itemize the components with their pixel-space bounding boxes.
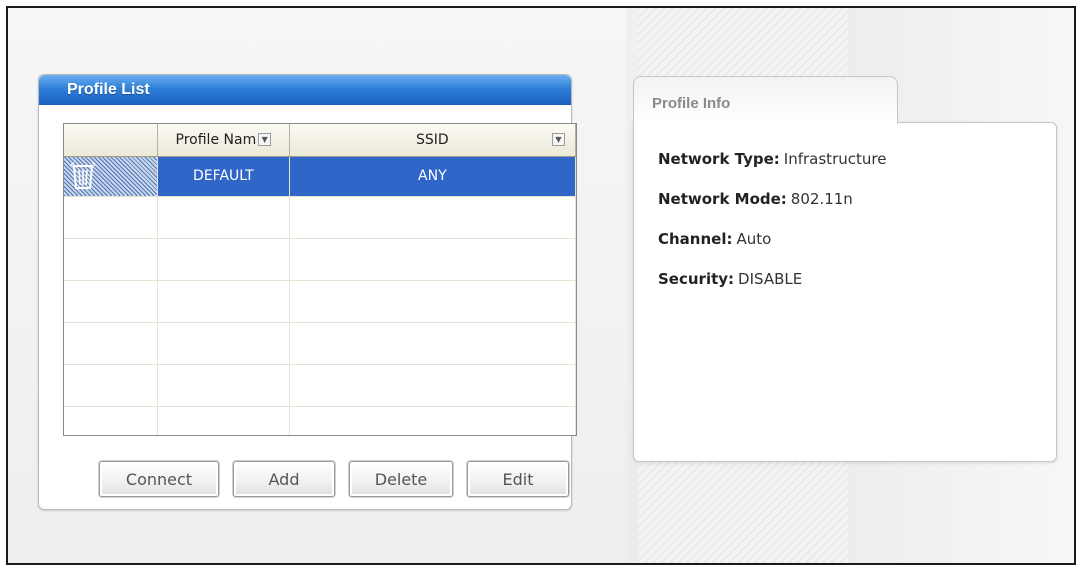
channel-value: Auto (736, 230, 772, 248)
table-row[interactable] (64, 406, 576, 435)
column-header-profile-name[interactable]: Profile Nam ▼ (157, 124, 290, 157)
security-line: Security: DISABLE (658, 269, 886, 309)
channel-label: Channel: (658, 230, 733, 248)
row-ssid: ANY (289, 156, 576, 197)
table-row[interactable] (64, 238, 576, 281)
app-window: Profile List Profile Nam ▼ SSID ▼ DEFAUL… (6, 6, 1076, 565)
table-header-row: Profile Nam ▼ SSID ▼ (64, 124, 576, 157)
channel-line: Channel: Auto (658, 229, 886, 269)
row-profile-name: DEFAULT (157, 156, 290, 197)
security-value: DISABLE (738, 270, 803, 288)
profile-grid: Profile Nam ▼ SSID ▼ DEFAULT ANY (64, 124, 576, 435)
column-header-profile-name-label: Profile Nam (175, 131, 257, 148)
network-mode-line: Network Mode: 802.11n (658, 189, 886, 229)
tab-profile-info[interactable]: Profile Info (633, 76, 898, 124)
delete-button[interactable]: Delete (349, 461, 453, 497)
table-row[interactable] (64, 280, 576, 323)
column-header-ssid[interactable]: SSID ▼ (289, 124, 576, 157)
column-header-ssid-label: SSID (415, 131, 449, 148)
security-label: Security: (658, 270, 735, 288)
dropdown-icon[interactable]: ▼ (552, 133, 565, 146)
profile-table[interactable]: Profile Nam ▼ SSID ▼ DEFAULT ANY (63, 123, 577, 436)
table-row[interactable]: DEFAULT ANY (64, 156, 576, 197)
edit-button[interactable]: Edit (467, 461, 569, 497)
profile-actions: Connect Add Delete Edit (99, 461, 569, 497)
row-icon-cell (64, 156, 159, 197)
profile-info-details: Network Type: Infrastructure Network Mode… (658, 149, 886, 309)
dropdown-icon[interactable]: ▼ (258, 133, 272, 147)
network-mode-value: 802.11n (790, 190, 853, 208)
profile-info-panel: Network Type: Infrastructure Network Mode… (633, 122, 1057, 462)
profile-list-panel: Profile List Profile Nam ▼ SSID ▼ DEFAUL… (38, 74, 577, 510)
column-header-icon (64, 124, 159, 157)
network-type-value: Infrastructure (783, 150, 887, 168)
profile-list-title: Profile List (39, 75, 571, 105)
table-row[interactable] (64, 196, 576, 239)
network-type-label: Network Type: (658, 150, 780, 168)
add-button[interactable]: Add (233, 461, 335, 497)
trash-icon (71, 162, 95, 189)
network-mode-label: Network Mode: (658, 190, 787, 208)
network-type-line: Network Type: Infrastructure (658, 149, 886, 189)
table-row[interactable] (64, 364, 576, 407)
table-row[interactable] (64, 322, 576, 365)
connect-button[interactable]: Connect (99, 461, 219, 497)
